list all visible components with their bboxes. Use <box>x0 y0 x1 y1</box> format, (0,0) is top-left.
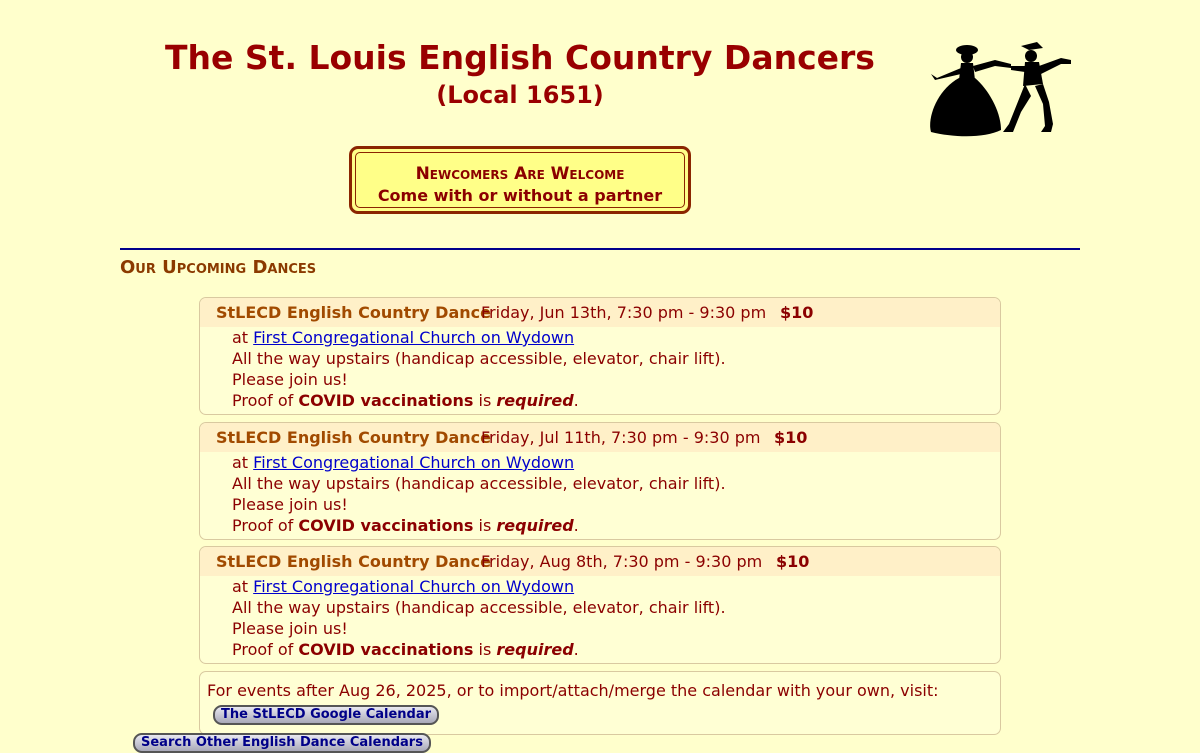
event-details: at First Congregational Church on Wydown… <box>200 576 1000 660</box>
event-price: $10 <box>780 303 814 322</box>
event-venue-line: at First Congregational Church on Wydown <box>232 327 1000 348</box>
event-details: at First Congregational Church on Wydown… <box>200 327 1000 411</box>
covid-required: required <box>496 640 574 659</box>
event-price: $10 <box>776 552 810 571</box>
event-title: StLECD English Country Dance <box>216 303 491 322</box>
covid-vaccinations: COVID vaccinations <box>298 640 474 659</box>
event-note-invite: Please join us! <box>232 619 348 638</box>
event-covid-note: Proof of COVID vaccinations is required. <box>232 639 1000 660</box>
venue-prefix: at <box>232 577 249 596</box>
event-header: StLECD English Country Dance Friday, Jun… <box>200 298 1000 327</box>
event-note-invite: Please join us! <box>232 370 348 389</box>
covid-period: . <box>573 391 579 410</box>
venue-link[interactable]: First Congregational Church on Wydown <box>253 328 574 347</box>
upcoming-dances-heading: Our Upcoming Dances <box>120 257 317 278</box>
venue-link[interactable]: First Congregational Church on Wydown <box>253 577 574 596</box>
event-details: at First Congregational Church on Wydown… <box>200 452 1000 536</box>
covid-period: . <box>573 640 579 659</box>
welcome-inner-border: Newcomers Are Welcome Come with or witho… <box>355 152 685 208</box>
covid-required: required <box>496 391 574 410</box>
site-header: The St. Louis English Country Dancers (L… <box>0 36 1040 110</box>
event-header: StLECD English Country Dance Friday, Aug… <box>200 547 1000 576</box>
welcome-subtext: Come with or without a partner <box>377 186 663 205</box>
site-subtitle: (Local 1651) <box>436 81 604 109</box>
event-datetime: Friday, Aug 8th, 7:30 pm - 9:30 pm <box>481 552 763 571</box>
event-note-access: All the way upstairs (handicap accessibl… <box>232 598 726 617</box>
covid-prefix: Proof of <box>232 640 294 659</box>
event-datetime: Friday, Jun 13th, 7:30 pm - 9:30 pm <box>481 303 767 322</box>
covid-vaccinations: COVID vaccinations <box>298 516 474 535</box>
event-venue-line: at First Congregational Church on Wydown <box>232 576 1000 597</box>
calendar-info-text: For events after Aug 26, 2025, or to imp… <box>207 681 939 700</box>
event-covid-note: Proof of COVID vaccinations is required. <box>232 515 1000 536</box>
covid-prefix: Proof of <box>232 391 294 410</box>
event-header: StLECD English Country Dance Friday, Jul… <box>200 423 1000 452</box>
venue-link[interactable]: First Congregational Church on Wydown <box>253 453 574 472</box>
event-card: StLECD English Country Dance Friday, Jun… <box>199 297 1001 415</box>
other-calendars-button[interactable]: Search Other English Dance Calendars <box>133 733 431 753</box>
covid-is: is <box>478 516 492 535</box>
event-note-invite: Please join us! <box>232 495 348 514</box>
dancers-silhouette-logo <box>930 42 1071 137</box>
event-card: StLECD English Country Dance Friday, Jul… <box>199 422 1001 540</box>
covid-prefix: Proof of <box>232 516 294 535</box>
event-covid-note: Proof of COVID vaccinations is required. <box>232 390 1000 411</box>
section-divider <box>120 248 1080 250</box>
event-datetime: Friday, Jul 11th, 7:30 pm - 9:30 pm <box>481 428 761 447</box>
google-calendar-button[interactable]: The StLECD Google Calendar <box>213 705 440 725</box>
covid-vaccinations: COVID vaccinations <box>298 391 474 410</box>
event-card: StLECD English Country Dance Friday, Aug… <box>199 546 1001 664</box>
covid-is: is <box>478 640 492 659</box>
venue-prefix: at <box>232 328 249 347</box>
event-title: StLECD English Country Dance <box>216 428 491 447</box>
covid-period: . <box>573 516 579 535</box>
newcomers-welcome-box: Newcomers Are Welcome Come with or witho… <box>349 146 691 214</box>
welcome-heading: Newcomers Are Welcome <box>415 164 625 184</box>
venue-prefix: at <box>232 453 249 472</box>
event-venue-line: at First Congregational Church on Wydown <box>232 452 1000 473</box>
event-title: StLECD English Country Dance <box>216 552 491 571</box>
event-price: $10 <box>774 428 808 447</box>
calendar-info-box: For events after Aug 26, 2025, or to imp… <box>199 671 1001 735</box>
covid-required: required <box>496 516 574 535</box>
event-note-access: All the way upstairs (handicap accessibl… <box>232 349 726 368</box>
event-note-access: All the way upstairs (handicap accessibl… <box>232 474 726 493</box>
covid-is: is <box>478 391 492 410</box>
site-title: The St. Louis English Country Dancers <box>165 38 875 77</box>
